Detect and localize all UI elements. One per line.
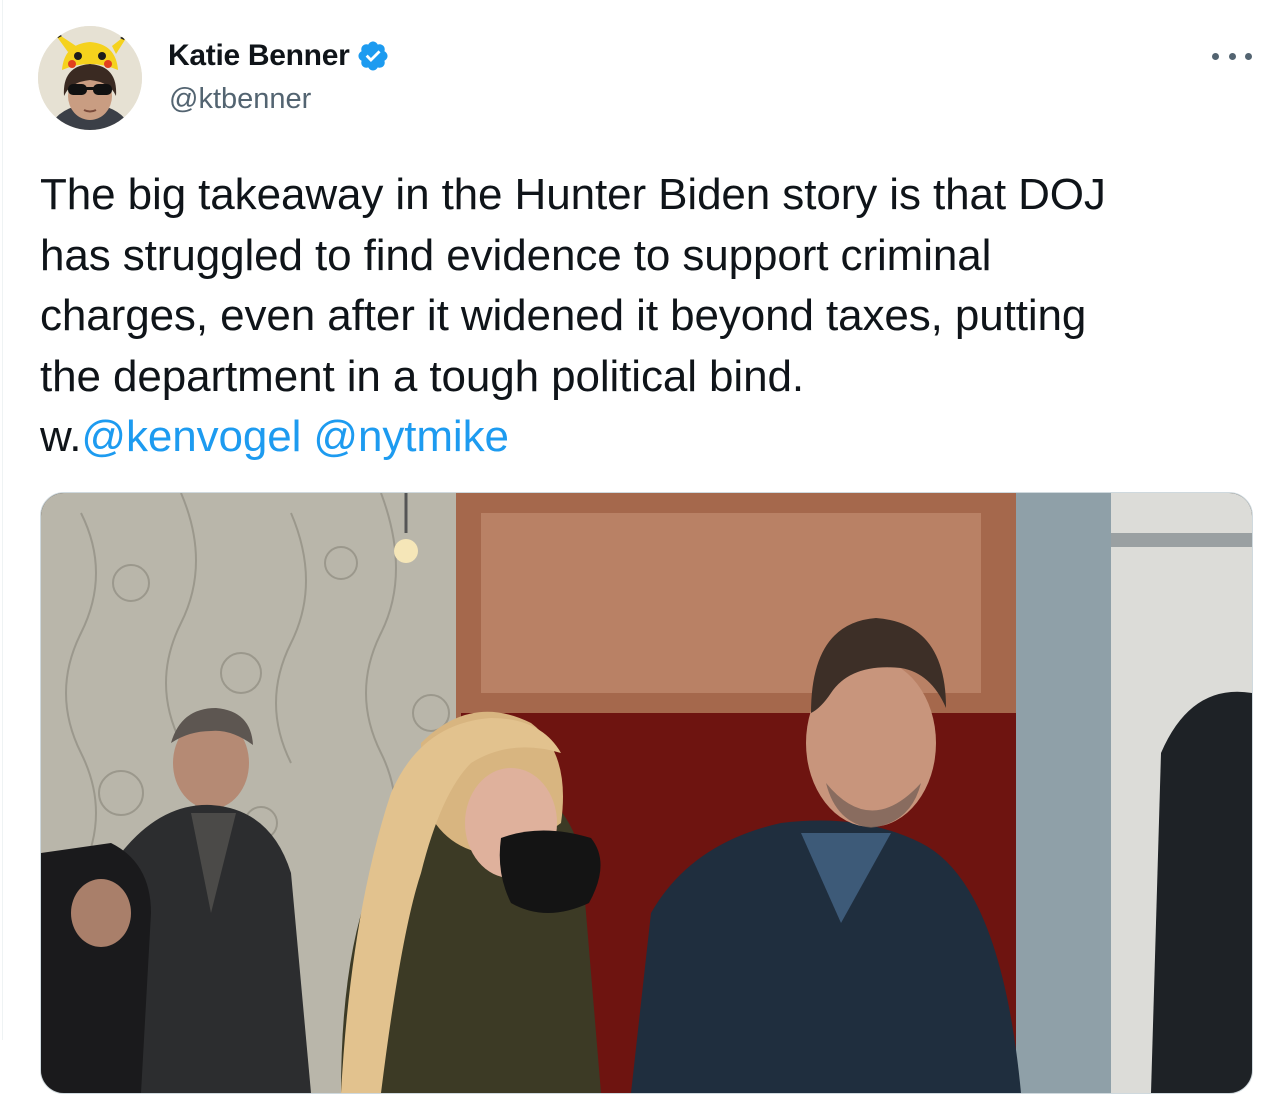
tweet-text: The big takeaway in the Hunter Biden sto… <box>40 165 1255 468</box>
tweet-text-line: has struggled to find evidence to suppor… <box>40 230 992 280</box>
mention-link-kenvogel[interactable]: @kenvogel <box>81 412 301 461</box>
tweet-text-line: charges, even after it widened it beyond… <box>40 291 1087 340</box>
mention-link-nytmike[interactable]: @nytmike <box>313 412 509 461</box>
tweet-text-line: the department in a tough political bind… <box>40 351 804 401</box>
tweet-text-line: The big takeaway in the Hunter Biden sto… <box>40 170 1106 219</box>
verified-badge-icon <box>358 41 388 71</box>
author-avatar[interactable] <box>38 26 142 130</box>
pikachu-hat-avatar-icon <box>38 26 142 130</box>
mention-prefix: w. <box>40 412 82 461</box>
author-name-row[interactable]: Katie Benner <box>168 38 390 74</box>
more-options-button[interactable] <box>1212 44 1252 68</box>
timeline-divider <box>2 0 3 1040</box>
tweet-photo[interactable] <box>40 492 1253 1094</box>
author-handle[interactable]: @ktbenner <box>169 82 311 116</box>
author-display-name[interactable]: Katie Benner <box>168 38 350 74</box>
more-horizontal-icon <box>1212 52 1219 60</box>
photo-image <box>41 493 1252 1093</box>
tweet-mentions-line: w.@kenvogel @nytmike <box>40 407 1255 468</box>
